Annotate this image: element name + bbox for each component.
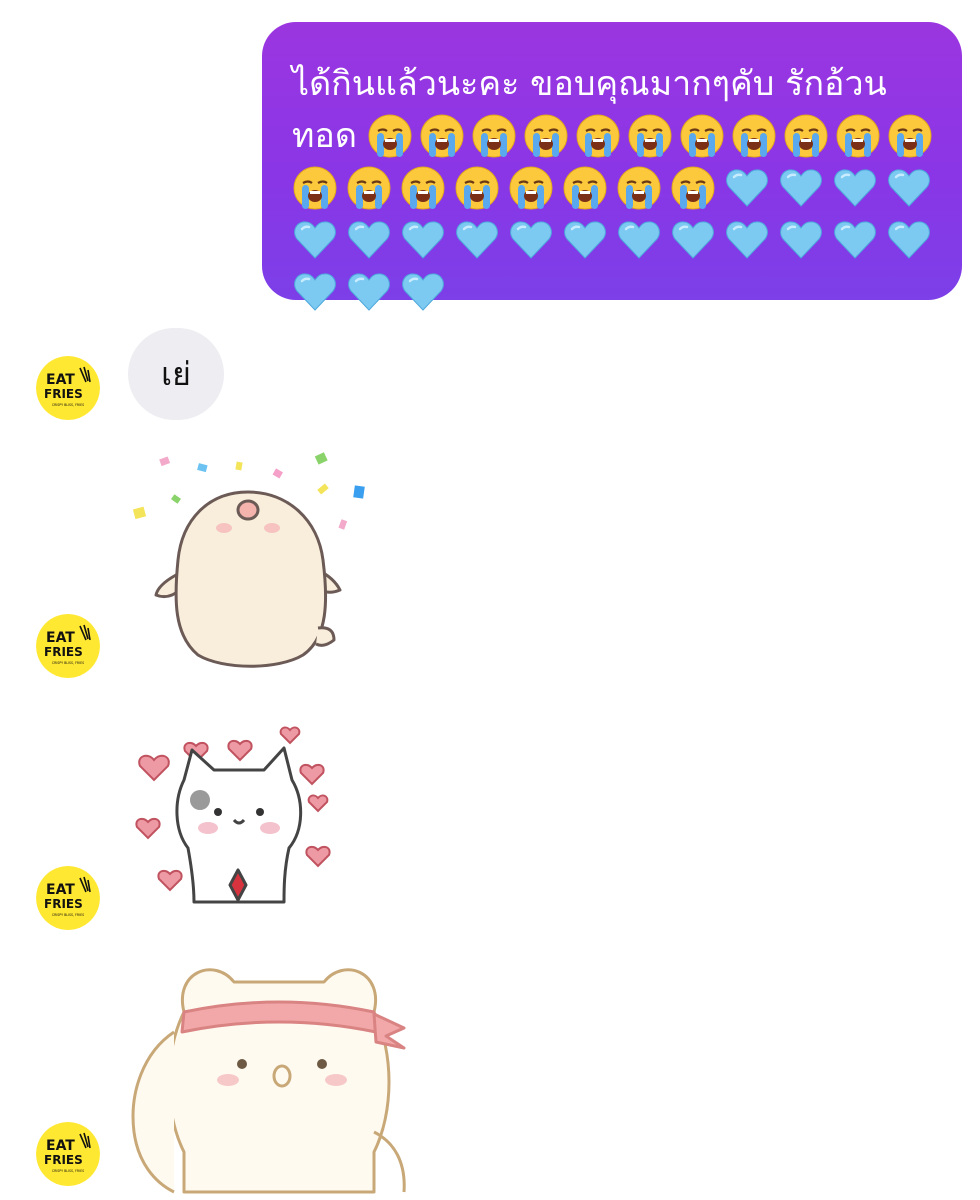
loudly-crying-face-icon	[617, 166, 661, 210]
light-blue-heart-icon	[348, 221, 390, 259]
light-blue-heart-icon	[564, 221, 606, 259]
avatar-tagline: CRISPY BLISS, FRIES	[52, 403, 84, 407]
headband-bear-sticker[interactable]	[124, 952, 414, 1194]
light-blue-heart-icon	[456, 221, 498, 259]
avatar-brand-line2: FRIES	[44, 387, 83, 401]
avatar-brand-line1: EAT	[46, 372, 75, 388]
light-blue-heart-icon	[726, 169, 768, 207]
outgoing-message-bubble[interactable]: ได้กินแล้วนะคะ ขอบคุณมากๆคับ รักอ้วน ทอด	[262, 22, 962, 311]
loudly-crying-face-icon	[732, 114, 776, 158]
light-blue-heart-icon	[402, 273, 444, 311]
loudly-crying-face-icon	[576, 114, 620, 158]
light-blue-heart-icon	[294, 221, 336, 259]
confetti-hamster-sticker[interactable]	[128, 450, 378, 680]
avatar-tagline: CRISPY BLISS, FRIES	[52, 1169, 84, 1173]
loudly-crying-face-icon	[784, 114, 828, 158]
outgoing-message-text-line1: ได้กินแล้วนะคะ ขอบคุณมากๆคับ รักอ้วน	[292, 64, 887, 104]
loudly-crying-face-icon	[472, 114, 516, 158]
light-blue-heart-icon	[294, 273, 336, 311]
light-blue-heart-icon	[726, 221, 768, 259]
loudly-crying-face-icon	[455, 166, 499, 210]
incoming-message-text: เย่	[161, 354, 191, 393]
sender-avatar[interactable]: EAT FRIES CRISPY BLISS, FRIES	[36, 614, 100, 678]
hearts-cat-sticker[interactable]	[134, 720, 344, 910]
sender-avatar[interactable]: EAT FRIES CRISPY BLISS, FRIES	[36, 356, 100, 420]
loudly-crying-face-icon	[680, 114, 724, 158]
light-blue-heart-icon	[780, 169, 822, 207]
light-blue-heart-icon	[348, 273, 390, 311]
avatar-brand-line1: EAT	[46, 630, 75, 646]
emoji-row-4	[292, 266, 944, 318]
light-blue-heart-icon	[618, 221, 660, 259]
light-blue-heart-icon	[888, 221, 930, 259]
incoming-message-bubble[interactable]: เย่	[128, 328, 224, 420]
loudly-crying-face-icon	[401, 166, 445, 210]
light-blue-heart-icon	[834, 221, 876, 259]
light-blue-heart-icon	[510, 221, 552, 259]
loudly-crying-face-icon	[420, 114, 464, 158]
light-blue-heart-icon	[672, 221, 714, 259]
hamster-character	[154, 490, 342, 668]
loudly-crying-face-icon	[509, 166, 553, 210]
loudly-crying-face-icon	[563, 166, 607, 210]
emoji-row-1: ทอด	[292, 110, 944, 162]
sender-avatar[interactable]: EAT FRIES CRISPY BLISS, FRIES	[36, 866, 100, 930]
avatar-brand-line1: EAT	[46, 1138, 75, 1154]
loudly-crying-face-icon	[671, 166, 715, 210]
light-blue-heart-icon	[834, 169, 876, 207]
sender-avatar[interactable]: EAT FRIES CRISPY BLISS, FRIES	[36, 1122, 100, 1186]
light-blue-heart-icon	[402, 221, 444, 259]
loudly-crying-face-icon	[368, 114, 412, 158]
avatar-tagline: CRISPY BLISS, FRIES	[52, 913, 84, 917]
loudly-crying-face-icon	[293, 166, 337, 210]
avatar-brand-line2: FRIES	[44, 897, 83, 911]
light-blue-heart-icon	[888, 169, 930, 207]
avatar-brand-line1: EAT	[46, 882, 75, 898]
loudly-crying-face-icon	[888, 114, 932, 158]
loudly-crying-face-icon	[524, 114, 568, 158]
loudly-crying-face-icon	[836, 114, 880, 158]
cat-character	[175, 746, 303, 904]
loudly-crying-face-icon	[628, 114, 672, 158]
avatar-brand-line2: FRIES	[44, 645, 83, 659]
outgoing-message-text-line2: ทอด	[292, 116, 357, 156]
avatar-brand-line2: FRIES	[44, 1153, 83, 1167]
light-blue-heart-icon	[780, 221, 822, 259]
bear-character	[131, 968, 406, 1194]
avatar-tagline: CRISPY BLISS, FRIES	[52, 661, 84, 665]
loudly-crying-face-icon	[347, 166, 391, 210]
emoji-row-3	[292, 214, 944, 266]
emoji-row-2	[292, 162, 944, 214]
